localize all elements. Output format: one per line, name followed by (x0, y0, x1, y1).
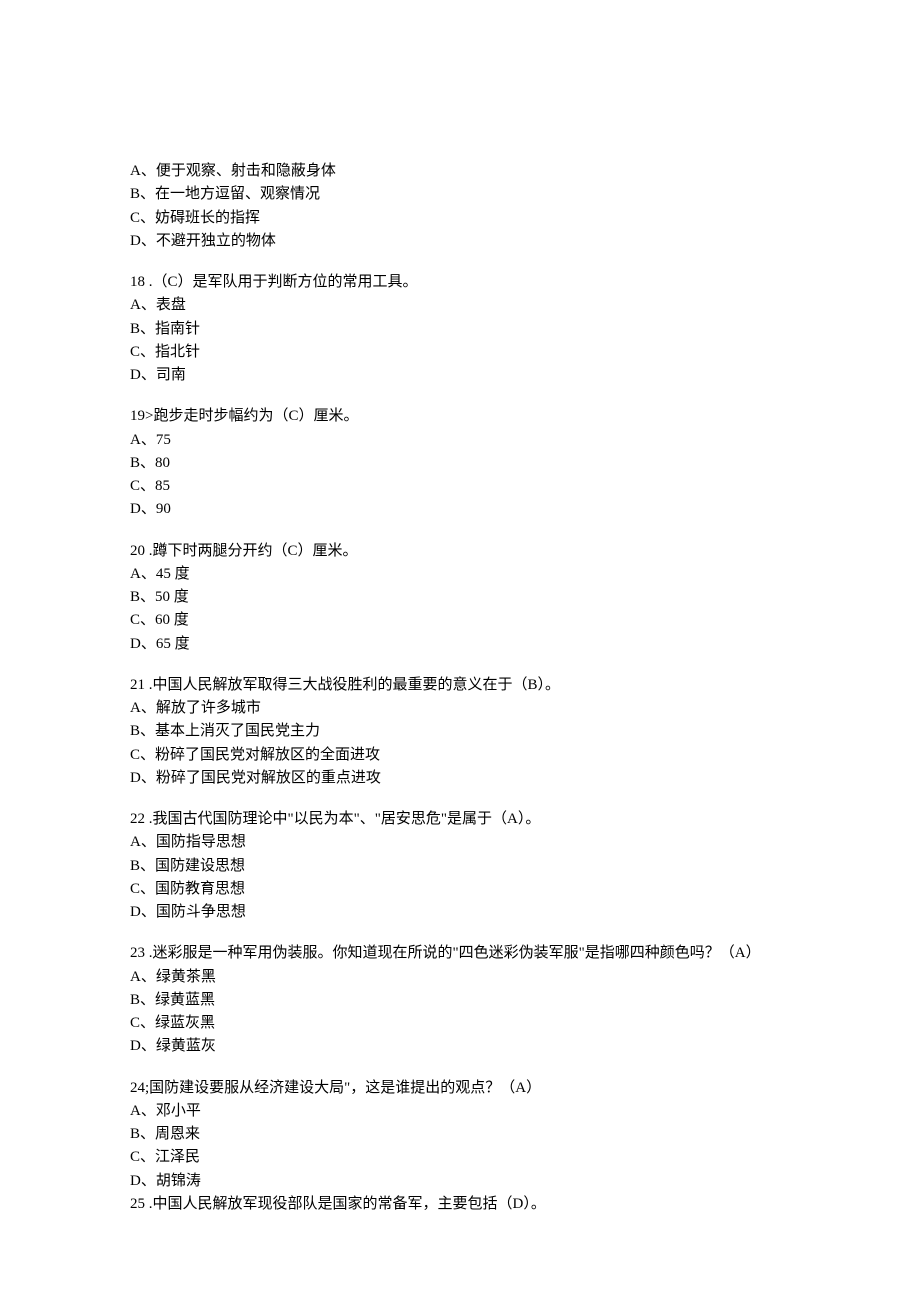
question-18: 18 .（C）是军队用于判断方位的常用工具。 A、表盘 B、指南针 C、指北针 … (130, 271, 790, 387)
option-a: A、75 (130, 429, 790, 452)
option-d: D、90 (130, 498, 790, 521)
option-d: D、65 度 (130, 633, 790, 656)
option-c: C、指北针 (130, 341, 790, 364)
question-text: 22 .我国古代国防理论中"以民为本"、"居安思危"是属于（A）。 (130, 808, 790, 831)
question-21: 21 .中国人民解放军取得三大战役胜利的最重要的意义在于（B）。 A、解放了许多… (130, 674, 790, 790)
option-a: A、国防指导思想 (130, 831, 790, 854)
option-b: B、绿黄蓝黑 (130, 989, 790, 1012)
option-b: B、基本上消灭了国民党主力 (130, 720, 790, 743)
option-c: C、国防教育思想 (130, 878, 790, 901)
option-b: B、50 度 (130, 586, 790, 609)
question-text: 20 .蹲下时两腿分开约（C）厘米。 (130, 540, 790, 563)
option-b: B、国防建设思想 (130, 855, 790, 878)
option-a: A、邓小平 (130, 1100, 790, 1123)
option-c: C、粉碎了国民党对解放区的全面进攻 (130, 744, 790, 767)
option-b: B、在一地方逗留、观察情况 (130, 183, 790, 206)
question-text: 19>跑步走时步幅约为（C）厘米。 (130, 405, 790, 428)
option-a: A、绿黄茶黑 (130, 966, 790, 989)
option-a: A、便于观察、射击和隐蔽身体 (130, 160, 790, 183)
question-text: 24;国防建设要服从经济建设大局"，这是谁提出的观点？（A） (130, 1077, 790, 1100)
option-b: B、周恩来 (130, 1123, 790, 1146)
option-d: D、司南 (130, 364, 790, 387)
option-c: C、妨碍班长的指挥 (130, 207, 790, 230)
question-text: 23 .迷彩服是一种军用伪装服。你知道现在所说的"四色迷彩伪装军服"是指哪四种颜… (130, 942, 790, 965)
option-c: C、60 度 (130, 609, 790, 632)
option-b: B、80 (130, 452, 790, 475)
option-a: A、45 度 (130, 563, 790, 586)
option-b: B、指南针 (130, 318, 790, 341)
question-22: 22 .我国古代国防理论中"以民为本"、"居安思危"是属于（A）。 A、国防指导… (130, 808, 790, 924)
question-19: 19>跑步走时步幅约为（C）厘米。 A、75 B、80 C、85 D、90 (130, 405, 790, 521)
option-a: A、解放了许多城市 (130, 697, 790, 720)
option-c: C、85 (130, 475, 790, 498)
option-d: D、不避开独立的物体 (130, 230, 790, 253)
question-text: 21 .中国人民解放军取得三大战役胜利的最重要的意义在于（B）。 (130, 674, 790, 697)
question-23: 23 .迷彩服是一种军用伪装服。你知道现在所说的"四色迷彩伪装军服"是指哪四种颜… (130, 942, 790, 1058)
option-a: A、表盘 (130, 294, 790, 317)
option-d: D、胡锦涛 (130, 1170, 790, 1193)
option-c: C、江泽民 (130, 1146, 790, 1169)
question-17-options: A、便于观察、射击和隐蔽身体 B、在一地方逗留、观察情况 C、妨碍班长的指挥 D… (130, 160, 790, 253)
option-d: D、国防斗争思想 (130, 901, 790, 924)
option-d: D、绿黄蓝灰 (130, 1035, 790, 1058)
option-d: D、粉碎了国民党对解放区的重点进攻 (130, 767, 790, 790)
option-c: C、绿蓝灰黑 (130, 1012, 790, 1035)
question-25-text: 25 .中国人民解放军现役部队是国家的常备军，主要包括（D）。 (130, 1193, 790, 1216)
question-20: 20 .蹲下时两腿分开约（C）厘米。 A、45 度 B、50 度 C、60 度 … (130, 540, 790, 656)
question-24: 24;国防建设要服从经济建设大局"，这是谁提出的观点？（A） A、邓小平 B、周… (130, 1077, 790, 1217)
question-text: 18 .（C）是军队用于判断方位的常用工具。 (130, 271, 790, 294)
